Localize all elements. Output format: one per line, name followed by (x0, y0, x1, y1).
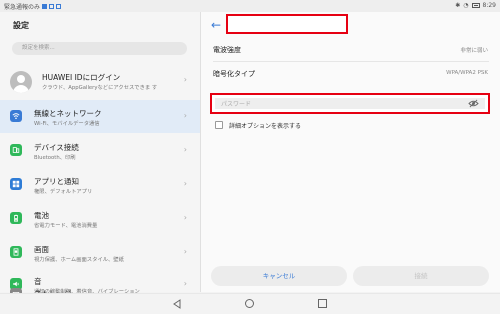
sidebar-item-label: 画面 (34, 245, 49, 254)
chevron-right-icon: › (183, 75, 187, 84)
sidebar-item-sublabel: 視力保護、ホーム画面スタイル、壁紙 (34, 257, 124, 263)
nav-back-icon[interactable] (172, 299, 182, 309)
battery-icon (471, 3, 480, 8)
sidebar-item-sublabel: 省電力モード、電池消費量 (34, 223, 98, 229)
sidebar-item-label: 音 (34, 277, 42, 286)
connect-button[interactable]: 接続 (353, 266, 489, 286)
sidebar-item-sublabel: 権限、デフォルトアプリ (34, 189, 93, 195)
wifi-icon (10, 110, 22, 122)
account-title: HUAWEI IDにログイン (42, 73, 121, 82)
device-connect-icon (10, 144, 22, 156)
advanced-options-label: 詳細オプションを表示する (229, 123, 302, 130)
bluetooth-icon: ✱ (455, 2, 461, 9)
security-type-value: WPA/WPA2 PSK (446, 70, 488, 76)
hide-password-icon[interactable] (468, 99, 479, 108)
alarm-icon: ◔ (463, 2, 469, 9)
wifi-connect-panel: ← 電波強度 非常に弱い 暗号化タイプ WPA/WPA2 PSK パスワード 詳… (201, 12, 500, 292)
account-subtitle: クラウド、AppGalleryなどにアクセスできま す (42, 85, 158, 91)
navigation-bar (0, 293, 500, 314)
apps-icon (10, 178, 22, 190)
password-input[interactable]: パスワード (215, 98, 485, 109)
chevron-right-icon: › (183, 111, 187, 120)
password-placeholder: パスワード (221, 101, 252, 108)
sidebar-item-sublabel: Bluetooth、印刷 (34, 155, 76, 161)
sidebar-item-label: 電池 (34, 211, 49, 220)
sidebar-item-sublabel: Wi-Fi、モバイルデータ通信 (34, 121, 100, 127)
status-text: 緊急通報のみ (4, 4, 41, 11)
notification-icon (49, 4, 55, 9)
network-name-title (226, 14, 348, 34)
notification-icon (56, 4, 62, 9)
chevron-right-icon: › (183, 145, 187, 154)
security-type-label: 暗号化タイプ (213, 70, 255, 78)
chevron-right-icon: › (183, 213, 187, 222)
password-field[interactable]: パスワード (210, 93, 490, 114)
page-title: 設定 (13, 21, 29, 30)
sidebar-item-label: デバイス接続 (34, 143, 79, 152)
notification-icon (42, 4, 48, 9)
display-icon (10, 246, 22, 258)
advanced-options-checkbox[interactable] (215, 121, 223, 129)
account-login-item[interactable]: HUAWEI IDにログイン クラウド、AppGalleryなどにアクセスできま… (0, 64, 200, 98)
signal-strength-label: 電波強度 (213, 46, 241, 54)
sidebar-item-wireless[interactable]: 無線とネットワーク Wi-Fi、モバイルデータ通信 › (0, 100, 200, 133)
cancel-button[interactable]: キャンセル (211, 266, 347, 286)
sidebar-item-display[interactable]: 画面 視力保護、ホーム画面スタイル、壁紙 › (0, 236, 200, 269)
search-input[interactable]: 設定を検索... (12, 42, 187, 55)
clock-time: 8:29 (482, 2, 496, 9)
battery-icon (10, 212, 22, 224)
settings-sidebar: 設定 設定を検索... HUAWEI IDにログイン クラウド、AppGalle… (0, 12, 201, 300)
divider (213, 61, 489, 62)
back-arrow-icon[interactable]: ← (211, 19, 221, 31)
status-bar: 緊急通報のみ ✱ ◔ 8:29 (0, 0, 500, 12)
nav-recents-icon[interactable] (318, 299, 327, 308)
avatar (10, 71, 32, 93)
sidebar-item-label: アプリと通知 (34, 177, 79, 186)
sidebar-item-device-connection[interactable]: デバイス接続 Bluetooth、印刷 › (0, 134, 200, 167)
sidebar-item-apps-notifications[interactable]: アプリと通知 権限、デフォルトアプリ › (0, 168, 200, 201)
chevron-right-icon: › (183, 279, 187, 288)
chevron-right-icon: › (183, 179, 187, 188)
sidebar-item-battery[interactable]: 電池 省電力モード、電池消費量 › (0, 202, 200, 235)
sidebar-item-label: 無線とネットワーク (34, 109, 102, 118)
signal-strength-value: 非常に弱い (460, 48, 488, 54)
chevron-right-icon: › (183, 247, 187, 256)
nav-home-icon[interactable] (245, 299, 254, 308)
